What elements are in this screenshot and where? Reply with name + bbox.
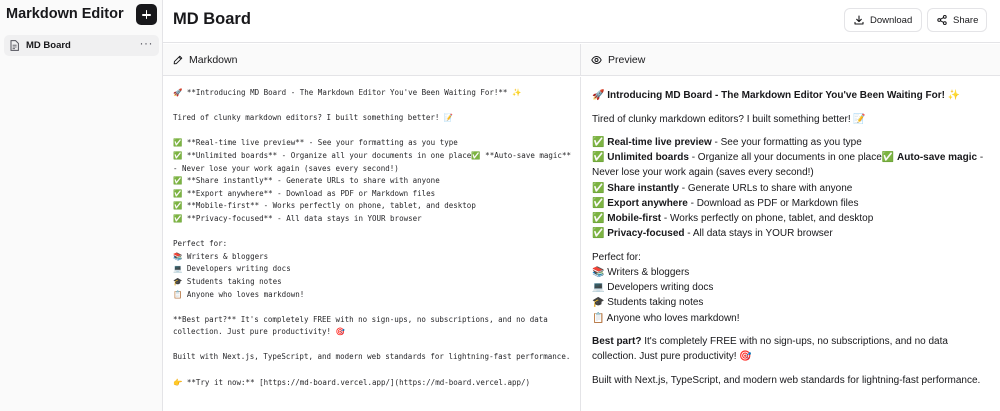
preview-features: ✅ Real-time live preview - See your form…: [592, 135, 984, 241]
sidebar-header: Markdown Editor: [0, 0, 162, 31]
feature-item: ✅ Share instantly - Generate URLs to sha…: [592, 183, 852, 194]
audience-item: 🎓 Students taking notes: [592, 297, 704, 309]
check-emoji: ✅: [592, 213, 605, 225]
sparkle-emoji: ✨: [947, 90, 961, 101]
check-emoji: ✅: [592, 197, 605, 209]
preview-audience: Perfect for: 📚 Writers & bloggers 💻 Deve…: [592, 250, 984, 326]
feature-item: ✅ Export anywhere - Download as PDF or M…: [592, 198, 858, 209]
feature-title: Mobile-first: [607, 213, 662, 225]
feature-item: ✅ Unlimited boards - Organize all your d…: [592, 152, 983, 178]
best-part-label: Best part?: [592, 336, 642, 348]
page-title: MD Board: [173, 10, 251, 28]
feature-text: - Generate URLs to share with anyone: [678, 182, 853, 194]
perfect-for-label: Perfect for:: [592, 251, 641, 263]
main-area: MD Board Download Share Markdown Preview…: [163, 0, 1000, 411]
feature-title: Export anywhere: [607, 197, 688, 209]
share-button[interactable]: Share: [927, 8, 987, 32]
best-part-text: It's completely FREE with no sign-ups, n…: [592, 336, 948, 363]
audience-item: 📋 Anyone who loves markdown!: [592, 312, 740, 324]
preview-built-with: Built with Next.js, TypeScript, and mode…: [592, 374, 981, 386]
check-emoji: ✅: [881, 152, 895, 164]
app-title: Markdown Editor: [6, 6, 124, 22]
markdown-pane-title: Markdown: [189, 53, 238, 66]
preview-best-part: Best part? It's completely FREE with no …: [592, 334, 984, 364]
feature-title: Unlimited boards: [607, 152, 689, 164]
more-options-icon[interactable]: ···: [140, 35, 154, 51]
preview-heading-text: Introducing MD Board - The Markdown Edit…: [607, 90, 945, 101]
top-bar: MD Board Download Share: [163, 0, 1000, 43]
feature-title: Privacy-focused: [607, 228, 685, 240]
share-icon: [937, 15, 947, 25]
feature-text: - See your formatting as you type: [711, 137, 862, 148]
check-emoji: ✅: [592, 228, 605, 240]
check-emoji: ✅: [592, 182, 605, 194]
feature-text: - Download as PDF or Markdown files: [687, 197, 859, 209]
check-emoji: ✅: [592, 152, 605, 164]
preview-heading: 🚀 Introducing MD Board - The Markdown Ed…: [592, 88, 984, 103]
download-icon: [854, 15, 864, 25]
preview-intro: Tired of clunky markdown editors? I buil…: [592, 113, 866, 125]
feature-title: Real-time live preview: [607, 137, 712, 148]
new-board-button[interactable]: [136, 4, 157, 25]
download-label: Download: [870, 14, 913, 26]
markdown-pane-header: Markdown: [163, 44, 580, 76]
sidebar-item-md-board[interactable]: MD Board ···: [4, 35, 159, 56]
feature-title: Auto-save magic: [897, 152, 978, 164]
preview-pane-title: Preview: [608, 53, 646, 66]
pencil-icon: [173, 55, 183, 64]
feature-item: ✅ Privacy-focused - All data stays in YO…: [592, 228, 833, 239]
feature-item: ✅ Mobile-first - Works perfectly on phon…: [592, 213, 873, 224]
feature-text: - All data stays in YOUR browser: [684, 228, 833, 240]
audience-item: 📚 Writers & bloggers: [592, 266, 690, 278]
download-button[interactable]: Download: [844, 8, 922, 32]
eye-icon: [591, 55, 602, 64]
document-icon: [10, 40, 19, 51]
sidebar-item-label: MD Board: [26, 40, 71, 51]
audience-item: 💻 Developers writing docs: [592, 282, 714, 294]
feature-text: - Organize all your documents in one pla…: [688, 152, 882, 164]
markdown-editor[interactable]: 🚀 **Introducing MD Board - The Markdown …: [163, 77, 580, 411]
check-emoji: ✅: [592, 137, 605, 148]
feature-title: Share instantly: [607, 182, 679, 194]
preview-pane: 🚀 Introducing MD Board - The Markdown Ed…: [580, 77, 1000, 411]
feature-item: ✅ Real-time live preview - See your form…: [592, 137, 862, 148]
feature-text: - Works perfectly on phone, tablet, and …: [661, 213, 874, 225]
editor-content[interactable]: 🚀 **Introducing MD Board - The Markdown …: [173, 87, 572, 389]
share-label: Share: [953, 14, 979, 26]
rocket-emoji: 🚀: [592, 90, 605, 101]
preview-pane-header: Preview: [580, 44, 1000, 76]
sidebar: Markdown Editor MD Board ···: [0, 0, 163, 411]
